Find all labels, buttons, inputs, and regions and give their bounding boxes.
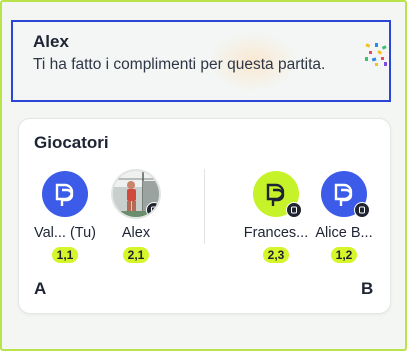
player-slot-you[interactable]: Val... (Tu) 1,1 xyxy=(30,171,100,263)
logo-avatar xyxy=(321,171,370,218)
notification-banner[interactable]: Alex Ti ha fatto i complimenti per quest… xyxy=(11,20,391,102)
logo-avatar xyxy=(253,171,302,218)
app-logo-icon xyxy=(266,183,285,206)
player-level-badge: 2,3 xyxy=(263,247,289,263)
confetti-icon xyxy=(365,43,387,66)
verified-badge-icon xyxy=(354,202,370,218)
player-slot-alice[interactable]: Alice B... 1,2 xyxy=(309,171,379,263)
team-divider xyxy=(204,169,205,244)
verified-badge-icon xyxy=(286,202,302,218)
app-logo-icon xyxy=(334,183,353,206)
team-a-label: A xyxy=(34,279,47,298)
player-name: Val... (Tu) xyxy=(33,225,97,241)
notification-sender: Alex xyxy=(33,32,69,51)
player-level-badge: 2,1 xyxy=(123,247,149,263)
player-name: Alex xyxy=(121,225,151,241)
logo-avatar xyxy=(42,171,88,217)
player-level-badge: 1,2 xyxy=(331,247,357,263)
player-level-badge: 1,1 xyxy=(52,247,78,263)
players-card-title: Giocatori xyxy=(34,133,109,152)
player-slot-francesca[interactable]: Frances... 2,3 xyxy=(241,171,311,263)
player-slot-alex[interactable]: Alex 2,1 xyxy=(101,171,171,263)
notification-message: Ti ha fatto i complimenti per questa par… xyxy=(33,56,326,73)
photo-avatar xyxy=(113,171,159,217)
players-card: Giocatori Val... (Tu) 1,1 Alex 2,1 Franc… xyxy=(18,118,391,314)
player-name: Frances... xyxy=(243,225,309,241)
verified-badge-icon xyxy=(146,202,159,217)
app-logo-icon xyxy=(55,183,74,206)
player-name: Alice B... xyxy=(315,225,373,241)
team-b-label: B xyxy=(361,279,374,298)
